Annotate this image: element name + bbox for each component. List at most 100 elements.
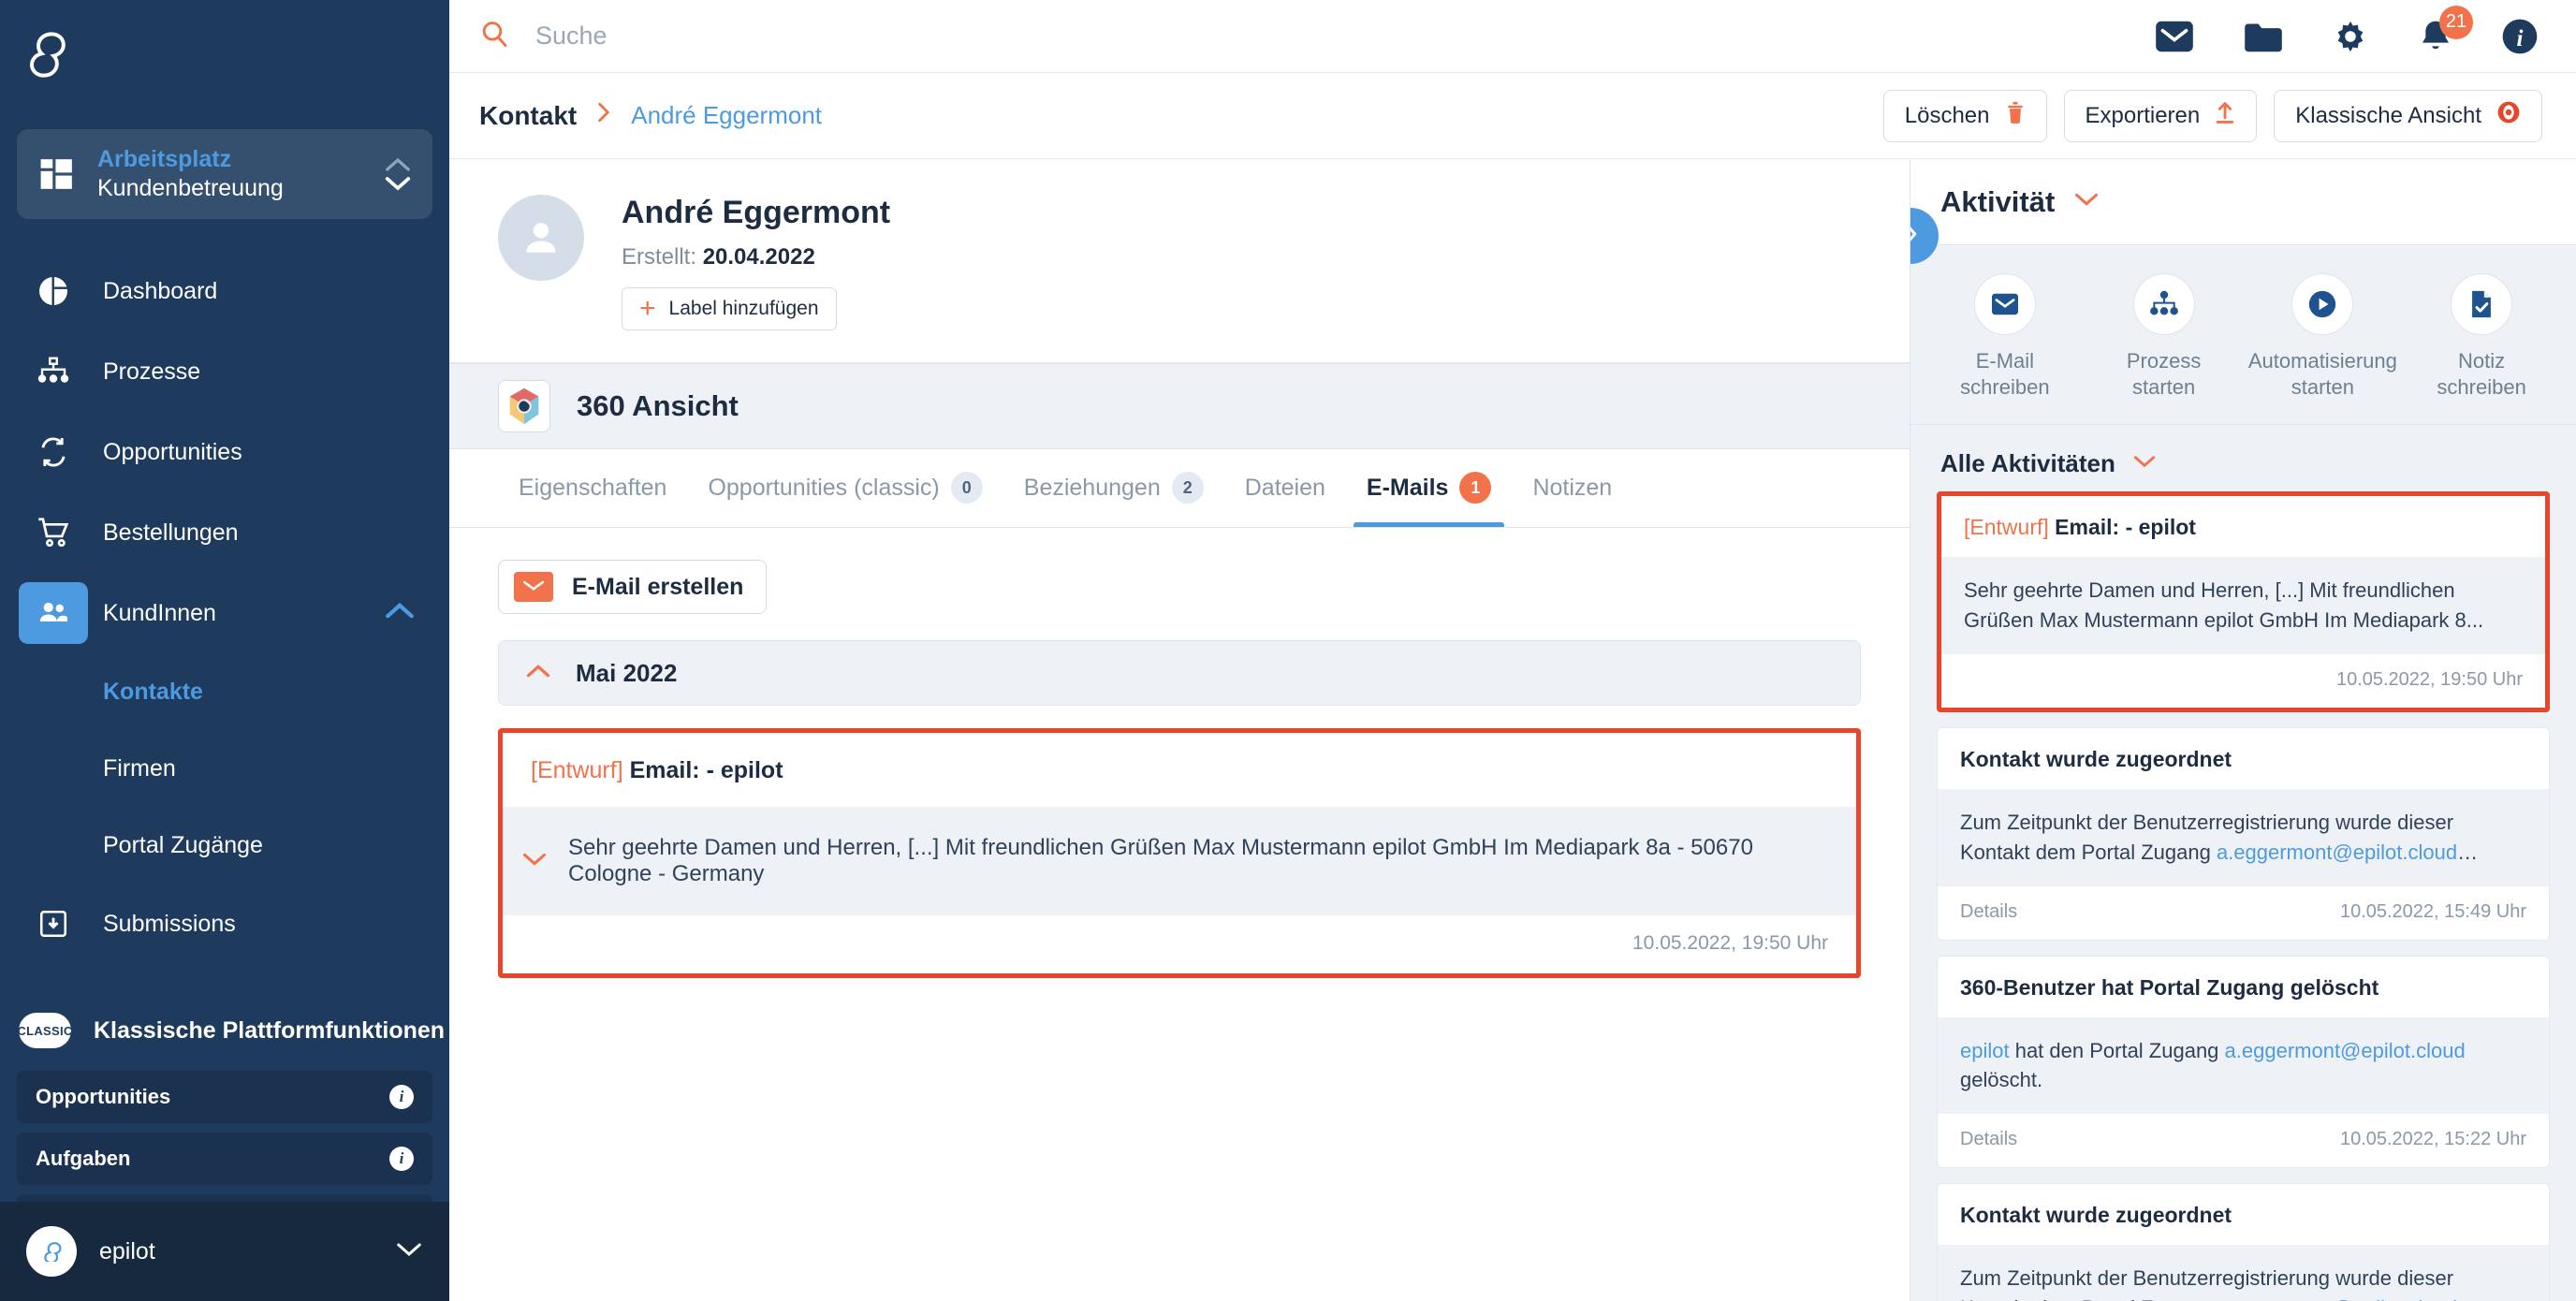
- activity-card[interactable]: [Entwurf] Email: - epilot Sehr geehrte D…: [1937, 491, 2550, 712]
- email-timestamp: 10.05.2022, 19:50 Uhr: [1632, 932, 1828, 954]
- month-group-header[interactable]: Mai 2022: [498, 640, 1861, 706]
- tab-dateien[interactable]: Dateien: [1224, 448, 1346, 527]
- sidebar: Arbeitsplatz Kundenbetreuung Dashboard P…: [0, 0, 449, 1301]
- orders-icon: [19, 502, 88, 563]
- portal-access-link[interactable]: a.eggermont@epilot.cloud: [2217, 841, 2457, 864]
- trash-icon: [2005, 100, 2026, 131]
- sidebar-nav: Dashboard Prozesse Opportunities Bestell…: [0, 251, 449, 964]
- activity-card-body: Zum Zeitpunkt der Benutzerregistrierung …: [1938, 788, 2549, 886]
- search-container[interactable]: [449, 19, 2153, 53]
- chevron-down-icon[interactable]: [395, 1241, 423, 1263]
- delete-button[interactable]: Löschen: [1882, 89, 2047, 142]
- sidebar-item-kontakte[interactable]: Kontakte: [0, 653, 449, 730]
- email-list-item[interactable]: [Entwurf] Email: - epilot Sehr geehrte D…: [498, 728, 1861, 978]
- sidebar-item-kundinnen[interactable]: KundInnen: [0, 573, 449, 653]
- export-button-label: Exportieren: [2085, 102, 2201, 128]
- tab-beziehungen[interactable]: Beziehungen 2: [1003, 448, 1224, 527]
- portal-access-link[interactable]: a.eggermont@epilot.cloud: [2217, 1296, 2457, 1301]
- sidebar-item-prozesse[interactable]: Prozesse: [0, 331, 449, 412]
- account-switcher[interactable]: epilot: [0, 1202, 449, 1301]
- details-link[interactable]: Details: [1960, 1129, 2017, 1150]
- sidebar-item-label: Dashboard: [103, 277, 218, 304]
- info-icon[interactable]: i: [2501, 18, 2539, 55]
- sidebar-item-dashboard[interactable]: Dashboard: [0, 251, 449, 331]
- top-bar: 21 i: [449, 0, 2576, 73]
- info-icon[interactable]: i: [389, 1085, 414, 1109]
- activity-card-title: 360-Benutzer hat Portal Zugang gelöscht: [1960, 974, 2379, 1000]
- sidebar-item-label: Submissions: [103, 910, 236, 937]
- mail-icon[interactable]: [2153, 20, 2196, 53]
- classic-item-aufgaben[interactable]: Aufgaben i: [17, 1133, 432, 1185]
- sidebar-item-submissions[interactable]: Submissions: [0, 884, 449, 964]
- search-input[interactable]: [535, 22, 1097, 51]
- tab-notizen[interactable]: Notizen: [1512, 448, 1632, 527]
- quick-action-write-email[interactable]: E-Mail schreiben: [1930, 273, 2080, 400]
- add-label-button[interactable]: + Label hinzufügen: [622, 287, 837, 330]
- portal-access-link[interactable]: a.eggermont@epilot.cloud: [2225, 1039, 2466, 1062]
- quick-action-line2: starten: [2291, 374, 2354, 399]
- sidebar-item-bestellungen[interactable]: Bestellungen: [0, 492, 449, 573]
- tab-badge: 1: [1459, 472, 1492, 504]
- workspace-value: Kundenbetreuung: [97, 175, 284, 201]
- email-subject: [Entwurf] Email: - epilot: [503, 733, 1856, 807]
- workspace-label: Arbeitsplatz: [97, 145, 232, 172]
- activity-header: Aktivität: [1910, 159, 2576, 245]
- all-activities-header[interactable]: Alle Aktivitäten: [1910, 425, 2576, 491]
- dashboard-icon: [19, 260, 88, 322]
- chevron-right-icon: [593, 101, 614, 130]
- chevron-down-icon[interactable]: [2073, 191, 2100, 212]
- activity-draft-tag: [Entwurf]: [1964, 515, 2049, 539]
- epilot-logo-icon: [30, 32, 66, 78]
- month-group-label: Mai 2022: [576, 658, 678, 687]
- tab-eigenschaften[interactable]: Eigenschaften: [498, 448, 687, 527]
- hierarchy-icon: [2132, 273, 2195, 335]
- sidebar-item-firmen[interactable]: Firmen: [0, 730, 449, 807]
- create-email-button[interactable]: E-Mail erstellen: [498, 560, 768, 614]
- activity-card[interactable]: Kontakt wurde zugeordnet Zum Zeitpunkt d…: [1937, 1183, 2550, 1301]
- export-button[interactable]: Exportieren: [2063, 89, 2258, 142]
- workspace-chevrons: [384, 156, 412, 192]
- tab-emails[interactable]: E-Mails 1: [1346, 448, 1513, 527]
- chevron-up-icon[interactable]: [384, 602, 416, 625]
- activity-card-footer: 10.05.2022, 19:50 Uhr: [1941, 654, 2545, 708]
- classic-view-button-label: Klassische Ansicht: [2295, 102, 2481, 128]
- quick-action-label: Prozess starten: [2127, 348, 2201, 400]
- classic-view-button[interactable]: Klassische Ansicht: [2274, 89, 2542, 142]
- quick-action-line1: E-Mail: [1975, 349, 2035, 373]
- activity-card[interactable]: Kontakt wurde zugeordnet Zum Zeitpunkt d…: [1937, 726, 2550, 941]
- workspace-selector[interactable]: Arbeitsplatz Kundenbetreuung: [17, 129, 432, 219]
- chevron-down-icon[interactable]: [521, 848, 548, 874]
- sidebar-item-portal-zugaenge[interactable]: Portal Zugänge: [0, 807, 449, 884]
- submissions-icon: [19, 893, 88, 955]
- activity-card[interactable]: 360-Benutzer hat Portal Zugang gelöscht …: [1937, 955, 2550, 1169]
- contact-meta: André Eggermont Erstellt: 20.04.2022 + L…: [622, 195, 890, 330]
- tab-label: Eigenschaften: [519, 474, 667, 501]
- quick-action-write-note[interactable]: Notiz schreiben: [2407, 273, 2556, 400]
- main-area: 21 i Kontakt André Eggermon: [449, 0, 2576, 1301]
- breadcrumb-current[interactable]: André Eggermont: [631, 101, 822, 130]
- actor-link[interactable]: epilot: [1960, 1039, 2010, 1062]
- activity-card-body: Sehr geehrte Damen und Herren, [...] Mit…: [1941, 557, 2545, 654]
- contact-created: Erstellt: 20.04.2022: [622, 244, 890, 270]
- gear-icon[interactable]: [2331, 17, 2370, 56]
- app-root: Arbeitsplatz Kundenbetreuung Dashboard P…: [0, 0, 2576, 1301]
- bell-icon[interactable]: 21: [2417, 5, 2473, 56]
- classic-item-opportunities[interactable]: Opportunities i: [17, 1071, 432, 1123]
- tab-opportunities-classic[interactable]: Opportunities (classic) 0: [687, 448, 1003, 527]
- quick-action-start-process[interactable]: Prozess starten: [2089, 273, 2239, 400]
- activity-panel: Aktivität E-Mail schreiben Prozess start…: [1910, 159, 2576, 1301]
- folder-icon[interactable]: [2243, 20, 2284, 53]
- workspace-texts: Arbeitsplatz Kundenbetreuung: [97, 145, 384, 204]
- activity-timestamp: 10.05.2022, 15:22 Uhr: [2339, 1129, 2526, 1150]
- epilot-logo[interactable]: [0, 0, 449, 103]
- workspace-grid-icon: [37, 156, 77, 192]
- sidebar-item-opportunities[interactable]: Opportunities: [0, 412, 449, 492]
- details-link[interactable]: Details: [1960, 901, 2017, 923]
- breadcrumb-root[interactable]: Kontakt: [479, 101, 577, 131]
- quick-action-label: Notiz schreiben: [2437, 348, 2525, 400]
- activity-card-title: [Entwurf] Email: - epilot: [1941, 496, 2545, 557]
- quick-action-start-automation[interactable]: Automatisierung starten: [2247, 273, 2397, 400]
- info-icon[interactable]: i: [389, 1147, 414, 1171]
- view-360-icon: [498, 380, 550, 432]
- breadcrumb-bar: Kontakt André Eggermont Löschen Exportie…: [449, 73, 2576, 159]
